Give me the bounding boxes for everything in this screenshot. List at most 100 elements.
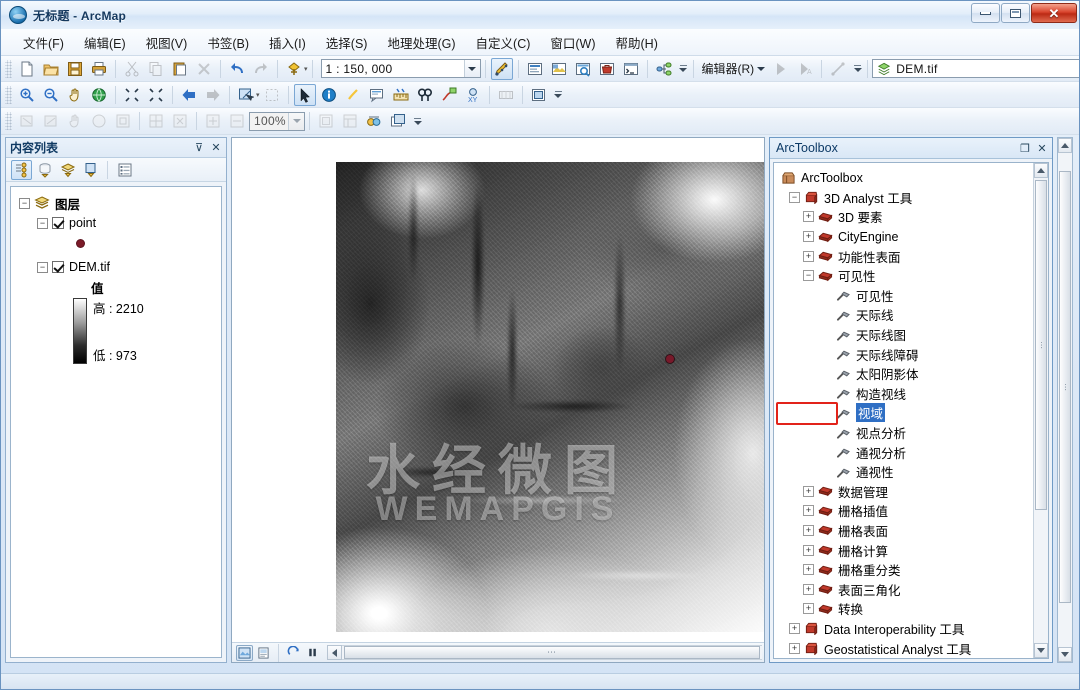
editor-menu-button[interactable]: 编辑器(R) — [698, 60, 770, 77]
point-feature-marker[interactable] — [666, 355, 674, 363]
rotate-icon[interactable] — [16, 110, 38, 132]
toolset-item[interactable]: + 表面三角化 — [779, 579, 1031, 599]
standard-toolbar-overflow-button[interactable] — [678, 59, 689, 79]
html-popup-icon[interactable] — [366, 84, 388, 106]
scroll-track[interactable]: ⋯ — [1034, 178, 1048, 643]
toc-layer-point[interactable]: − point — [15, 213, 217, 233]
editor-toolbar-icon[interactable] — [490, 57, 513, 80]
expander-minus-icon[interactable]: − — [789, 191, 800, 203]
editor-toolbar-overflow-button[interactable] — [852, 59, 863, 79]
select-elements-icon[interactable] — [293, 83, 316, 106]
menu-geoprocessing[interactable]: 地理处理(G) — [377, 30, 465, 55]
edit-tool-icon[interactable] — [770, 58, 792, 80]
forward-extent-icon[interactable] — [202, 84, 224, 106]
arctoolbox-vertical-scrollbar[interactable]: ⋯ — [1033, 163, 1048, 658]
table-of-contents-icon[interactable] — [524, 58, 546, 80]
add-data-icon[interactable] — [283, 58, 305, 80]
draw-toolbar-overflow-button[interactable] — [412, 111, 423, 131]
expander-plus-icon[interactable]: + — [803, 505, 814, 517]
expander-plus-icon[interactable]: + — [803, 250, 814, 262]
toolbox-item[interactable]: + Data Interoperability 工具 — [779, 619, 1031, 639]
straight-segment-icon[interactable] — [827, 58, 849, 80]
go-to-xy-icon[interactable]: XY — [462, 84, 484, 106]
pause-drawing-button[interactable] — [304, 645, 321, 661]
maximize-button[interactable] — [1001, 3, 1030, 23]
hyperlink-icon[interactable] — [342, 84, 364, 106]
toolbox-item[interactable]: ArcToolbox — [779, 168, 1031, 188]
redo-icon[interactable] — [250, 58, 272, 80]
scroll-left-button[interactable] — [327, 645, 342, 660]
toolbox-item[interactable]: − 3D Analyst 工具 — [779, 188, 1031, 208]
menu-insert[interactable]: 插入(I) — [259, 30, 316, 55]
tool-item[interactable]: 视域 — [779, 403, 1031, 423]
dem-raster-layer[interactable] — [336, 162, 764, 632]
menu-help[interactable]: 帮助(H) — [606, 30, 668, 55]
scroll-track[interactable]: ⋯ — [1058, 153, 1072, 647]
scroll-up-button[interactable] — [1034, 163, 1048, 178]
dock-vertical-scrollbar[interactable]: ⋯ — [1057, 137, 1073, 663]
copy-icon[interactable] — [145, 58, 167, 80]
fixed-zoom-in-icon[interactable] — [121, 84, 143, 106]
scroll-down-button[interactable] — [1058, 647, 1072, 662]
map-horizontal-scrollbar[interactable]: ⋯ — [327, 645, 762, 660]
menu-file[interactable]: 文件(F) — [13, 30, 74, 55]
rotate-ccw-icon[interactable] — [40, 110, 62, 132]
new-document-icon[interactable] — [16, 58, 38, 80]
list-by-visibility-icon[interactable] — [57, 160, 78, 180]
data-view-button[interactable] — [236, 644, 253, 661]
paste-icon[interactable] — [169, 58, 191, 80]
tool-item[interactable]: 天际线 — [779, 305, 1031, 325]
grid-icon[interactable] — [145, 110, 167, 132]
tool-item[interactable]: 天际线图 — [779, 325, 1031, 345]
cut-icon[interactable] — [121, 58, 143, 80]
point-symbol-icon[interactable] — [77, 239, 84, 247]
auto-hide-pin-icon[interactable]: ⊽ — [192, 141, 206, 155]
select-features-icon[interactable] — [235, 84, 257, 106]
menu-bookmarks[interactable]: 书签(B) — [197, 30, 259, 55]
layer-visibility-checkbox[interactable] — [52, 217, 64, 229]
delete-icon[interactable] — [193, 58, 215, 80]
clear-selection-icon[interactable] — [261, 84, 283, 106]
effects-layer-combo[interactable]: DEM.tif — [872, 59, 1079, 78]
expander-plus-icon[interactable]: + — [803, 583, 814, 595]
print-icon[interactable] — [88, 58, 110, 80]
full-extent-icon[interactable] — [88, 84, 110, 106]
list-by-source-icon[interactable] — [34, 160, 55, 180]
print-preview-icon[interactable] — [387, 110, 409, 132]
tool-item[interactable]: 天际线障碍 — [779, 344, 1031, 364]
toolbar-grip[interactable] — [5, 85, 12, 104]
edit-annotation-icon[interactable]: A — [794, 58, 816, 80]
arctoolbox-icon[interactable] — [596, 58, 618, 80]
modelbuilder-icon[interactable] — [653, 58, 675, 80]
list-by-selection-icon[interactable] — [80, 160, 101, 180]
scroll-track[interactable]: ⋯ — [342, 645, 762, 660]
toolset-item[interactable]: + 栅格表面 — [779, 521, 1031, 541]
scroll-up-button[interactable] — [1058, 138, 1072, 153]
toolset-item[interactable]: + CityEngine — [779, 227, 1031, 247]
layer-visibility-checkbox[interactable] — [52, 261, 64, 273]
tool-item[interactable]: 构造视线 — [779, 384, 1031, 404]
tool-item[interactable]: 可见性 — [779, 286, 1031, 306]
menu-customize[interactable]: 自定义(C) — [466, 30, 541, 55]
toc-root-layers[interactable]: − 图层 — [15, 193, 217, 213]
menu-view[interactable]: 视图(V) — [136, 30, 198, 55]
toolset-item[interactable]: + 栅格重分类 — [779, 560, 1031, 580]
target-icon[interactable] — [112, 110, 134, 132]
expander-plus-icon[interactable]: + — [789, 642, 800, 654]
find-icon[interactable] — [414, 84, 436, 106]
open-folder-icon[interactable] — [40, 58, 62, 80]
find-route-icon[interactable] — [438, 84, 460, 106]
expander-minus-icon[interactable]: − — [37, 217, 48, 229]
tool-item[interactable]: 太阳阴影体 — [779, 364, 1031, 384]
tool-item[interactable]: 通视性 — [779, 462, 1031, 482]
expander-plus-icon[interactable]: + — [803, 485, 814, 497]
tools-toolbar-overflow-button[interactable] — [553, 85, 564, 105]
refresh-view-button[interactable] — [285, 645, 302, 661]
toolbox-item[interactable]: + Geostatistical Analyst 工具 — [779, 638, 1031, 658]
toc-close-icon[interactable]: ✕ — [209, 141, 223, 155]
python-window-icon[interactable] — [620, 58, 642, 80]
scroll-thumb[interactable]: ⋯ — [1059, 171, 1071, 603]
time-slider-icon[interactable] — [495, 84, 517, 106]
save-icon[interactable] — [64, 58, 86, 80]
close-button[interactable]: ✕ — [1031, 3, 1077, 23]
